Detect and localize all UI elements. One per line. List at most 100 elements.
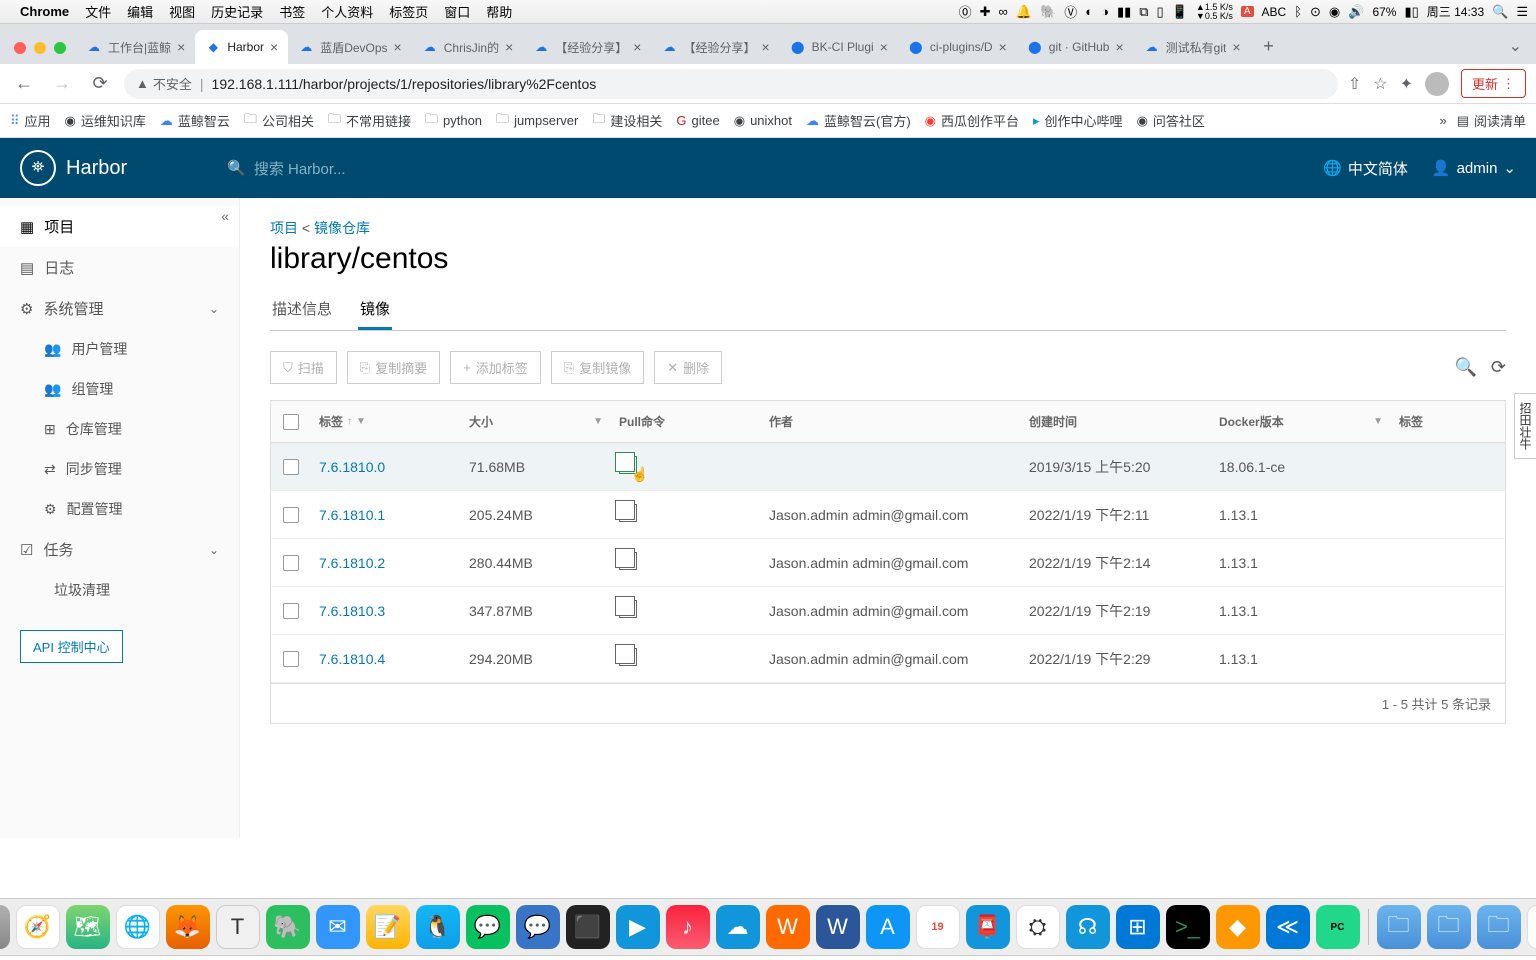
bookmark-item[interactable]: ▸创作中心哔哩	[1033, 111, 1123, 130]
bookmark-folder[interactable]: 🗀公司相关	[244, 110, 314, 132]
tag-link[interactable]: 7.6.1810.2	[311, 543, 461, 583]
ime-label[interactable]: ABC	[1262, 5, 1287, 19]
api-control-button[interactable]: API 控制中心	[20, 630, 123, 663]
dock-textedit[interactable]: T	[216, 905, 260, 949]
select-all-checkbox[interactable]	[283, 414, 299, 430]
menu-help[interactable]: 帮助	[486, 2, 512, 21]
bookmark-folder[interactable]: 🗀python	[425, 110, 482, 132]
status-icon[interactable]: ▯	[1157, 4, 1164, 20]
spotlight-icon[interactable]: 🔍	[1492, 4, 1508, 20]
dock-appstore[interactable]: A	[866, 905, 910, 949]
menu-tabs[interactable]: 标签页	[389, 2, 428, 21]
browser-tab[interactable]: ◆Harbor×	[195, 30, 288, 64]
dock-word[interactable]: W	[816, 905, 860, 949]
tab-close-icon[interactable]: ×	[1115, 39, 1123, 55]
dock-iterm[interactable]: ⬛	[566, 905, 610, 949]
bookmark-star-icon[interactable]: ☆	[1373, 74, 1387, 94]
status-icon[interactable]: ◑	[1101, 4, 1109, 19]
delete-button[interactable]: ✕删除	[654, 351, 722, 384]
tab-dropdown-icon[interactable]: ⌄	[1503, 36, 1528, 56]
status-icon[interactable]: ▮▮	[1117, 4, 1131, 20]
wifi-icon[interactable]: ⊙	[1310, 4, 1321, 20]
forward-button[interactable]: →	[48, 70, 76, 98]
dock-app[interactable]: ⛭	[1016, 905, 1060, 949]
col-tag[interactable]: 标签↑▼	[311, 401, 461, 442]
extensions-icon[interactable]: ✦	[1400, 74, 1413, 94]
tab-close-icon[interactable]: ×	[761, 39, 769, 55]
col-docker[interactable]: Docker版本▼	[1211, 401, 1391, 442]
menu-edit[interactable]: 编辑	[127, 2, 153, 21]
dock-wps[interactable]: W	[766, 905, 810, 949]
sidebar-collapse-icon[interactable]: «	[221, 208, 229, 224]
bookmark-item[interactable]: ◉unixhot	[734, 113, 792, 129]
bookmark-item[interactable]: ◉西瓜创作平台	[925, 111, 1019, 130]
dock-folder[interactable]: 🗀	[1427, 905, 1471, 949]
tab-close-icon[interactable]: ×	[394, 39, 402, 55]
dock-terminal[interactable]: >_	[1166, 905, 1210, 949]
profile-icon[interactable]	[1425, 72, 1449, 96]
row-checkbox[interactable]	[283, 603, 299, 619]
dock-wecom[interactable]: 💬	[516, 905, 560, 949]
reading-list-button[interactable]: ▤阅读清单	[1457, 111, 1526, 130]
control-center-icon[interactable]: ☰	[1516, 4, 1528, 20]
dock-firefox[interactable]: 🦊	[166, 905, 210, 949]
col-author[interactable]: 作者	[761, 401, 1021, 442]
bookmark-folder[interactable]: 🗀不常用链接	[328, 110, 411, 132]
bookmark-item[interactable]: ☁蓝鲸智云	[160, 111, 230, 130]
menu-history[interactable]: 历史记录	[211, 2, 263, 21]
bookmark-item[interactable]: ☁蓝鲸智云(官方)	[806, 111, 911, 130]
copy-pull-icon[interactable]	[619, 456, 637, 474]
dock-chrome[interactable]: 🌐	[116, 905, 160, 949]
status-icon[interactable]: 🔔	[1016, 4, 1032, 20]
menu-bookmarks[interactable]: 书签	[279, 2, 305, 21]
tab-description[interactable]: 描述信息	[270, 290, 334, 330]
dock-folder[interactable]: 🗀	[1377, 905, 1421, 949]
dock-app[interactable]: ◆	[1216, 905, 1260, 949]
dock-vscode[interactable]: ≪	[1266, 905, 1310, 949]
apps-shortcut[interactable]: ⠿应用	[10, 111, 51, 130]
browser-tab[interactable]: ☁【经验分享】×	[523, 30, 651, 64]
sidebar-item[interactable]: 👥用户管理	[0, 329, 239, 369]
tag-link[interactable]: 7.6.1810.1	[311, 495, 461, 535]
dock-wechat[interactable]: 💬	[466, 905, 510, 949]
sidebar-item[interactable]: ⚙配置管理	[0, 489, 239, 529]
omnibox[interactable]: ▲ 不安全 | 192.168.1.111/harbor/projects/1/…	[124, 69, 1338, 99]
browser-tab[interactable]: ☁ChrisJin的×	[412, 30, 524, 64]
bookmark-item[interactable]: ◉问答社区	[1137, 111, 1205, 130]
tab-close-icon[interactable]: ×	[880, 39, 888, 55]
window-minimize-button[interactable]	[34, 42, 46, 54]
status-icon[interactable]: ◐	[1085, 4, 1093, 19]
dock-dingtalk[interactable]: ✉	[316, 905, 360, 949]
language-switcher[interactable]: 🌐中文简体	[1323, 158, 1408, 179]
dock-app[interactable]: ☊	[1066, 905, 1110, 949]
bluetooth-icon[interactable]: ᛒ	[1294, 4, 1302, 19]
browser-tab[interactable]: ⬤git · GitHub×	[1017, 30, 1134, 64]
sidebar-item[interactable]: ☑任务⌄	[0, 529, 239, 570]
tab-close-icon[interactable]: ×	[177, 39, 185, 55]
dock-calendar[interactable]: 19	[916, 905, 960, 949]
window-close-button[interactable]	[14, 42, 26, 54]
battery-icon[interactable]: ▮▯	[1404, 4, 1418, 20]
search-icon[interactable]: 🔍	[1454, 357, 1476, 378]
sidebar-item[interactable]: ⇄同步管理	[0, 449, 239, 489]
copy-pull-icon[interactable]	[619, 648, 637, 666]
new-tab-button[interactable]: +	[1255, 32, 1283, 60]
breadcrumb-repos[interactable]: 镜像仓库	[314, 220, 370, 236]
bookmark-folder[interactable]: 🗀jumpserver	[496, 110, 578, 132]
row-checkbox[interactable]	[283, 507, 299, 523]
menu-window[interactable]: 窗口	[444, 2, 470, 21]
row-checkbox[interactable]	[283, 555, 299, 571]
date-time[interactable]: 周三 14:33	[1427, 3, 1484, 20]
reload-button[interactable]: ⟳	[86, 70, 114, 98]
dock-music[interactable]: ♪	[666, 905, 710, 949]
bookmark-item[interactable]: ◉运维知识库	[65, 111, 146, 130]
share-icon[interactable]: ⇧	[1348, 74, 1361, 94]
status-icon[interactable]: Ⓥ	[1064, 2, 1077, 21]
dock-notes[interactable]: 📝	[366, 905, 410, 949]
app-name[interactable]: Chrome	[20, 4, 69, 19]
dock-safari[interactable]: 🧭	[16, 905, 60, 949]
user-menu[interactable]: 👤admin⌄	[1432, 159, 1516, 177]
tab-close-icon[interactable]: ×	[270, 39, 278, 55]
volume-icon[interactable]: 🔊	[1348, 4, 1364, 20]
browser-tab[interactable]: ☁测试私有git×	[1134, 30, 1251, 64]
